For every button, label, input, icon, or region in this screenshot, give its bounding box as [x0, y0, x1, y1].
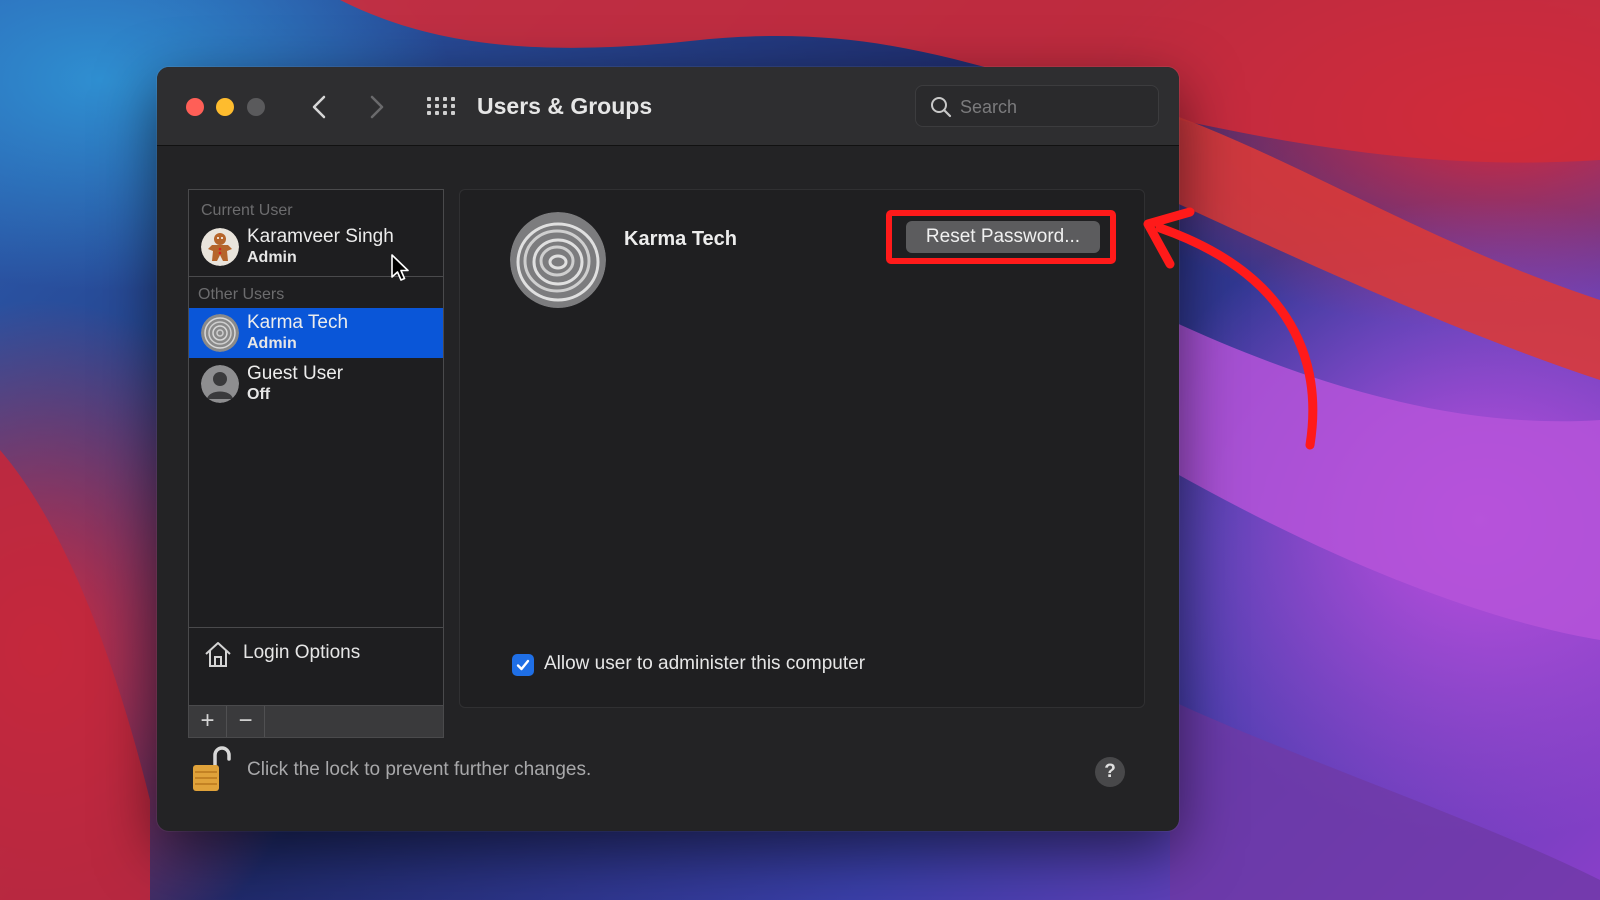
- add-remove-bar: + −: [188, 706, 444, 738]
- user-detail-pane: Karma Tech Reset Password... Allow user …: [459, 189, 1145, 708]
- house-icon: [205, 642, 231, 667]
- person-avatar-icon: [201, 365, 239, 403]
- reset-password-button[interactable]: Reset Password...: [906, 221, 1100, 253]
- other-users-heading: Other Users: [198, 286, 285, 303]
- search-field[interactable]: [915, 85, 1159, 127]
- forward-chevron-icon[interactable]: [361, 91, 391, 123]
- gingerbread-avatar-icon: [201, 228, 239, 266]
- mouse-pointer-icon: [391, 254, 409, 281]
- user-role: Admin: [247, 249, 297, 266]
- help-button[interactable]: ?: [1095, 757, 1125, 787]
- search-icon: [931, 97, 952, 118]
- login-options-label: Login Options: [243, 642, 361, 663]
- users-groups-window: Users & Groups Current User Karamveer Si…: [157, 67, 1179, 831]
- admin-checkbox[interactable]: [512, 654, 534, 676]
- user-name: Guest User: [247, 363, 344, 384]
- user-role: Off: [247, 386, 271, 403]
- fingerprint-avatar-icon: [201, 314, 239, 352]
- back-chevron-icon[interactable]: [305, 91, 335, 123]
- red-arrow-annotation-icon: [1143, 207, 1318, 450]
- admin-checkbox-label[interactable]: Allow user to administer this computer: [544, 653, 865, 675]
- title-bar: Users & Groups: [157, 67, 1179, 146]
- user-role: Admin: [247, 335, 297, 352]
- selected-user-name: Karma Tech: [624, 228, 738, 250]
- user-row-guest-user[interactable]: Guest User Off: [189, 359, 443, 409]
- zoom-window-button[interactable]: [247, 98, 265, 116]
- user-name: Karma Tech: [247, 312, 349, 333]
- window-title: Users & Groups: [477, 93, 653, 119]
- minimize-window-button[interactable]: [216, 98, 234, 116]
- add-user-button[interactable]: +: [189, 706, 227, 737]
- current-user-heading: Current User: [201, 202, 293, 219]
- search-input[interactable]: [960, 92, 1150, 122]
- close-window-button[interactable]: [186, 98, 204, 116]
- show-all-grid-icon[interactable]: [427, 97, 455, 117]
- user-row-karma-tech[interactable]: Karma Tech Admin: [189, 308, 443, 358]
- unlocked-padlock-icon[interactable]: [191, 743, 231, 793]
- lock-status-text: Click the lock to prevent further change…: [247, 759, 592, 780]
- remove-user-button[interactable]: −: [227, 706, 265, 737]
- user-name: Karamveer Singh: [247, 226, 394, 247]
- fingerprint-avatar-icon[interactable]: [510, 212, 606, 308]
- login-options-item[interactable]: Login Options: [189, 628, 443, 680]
